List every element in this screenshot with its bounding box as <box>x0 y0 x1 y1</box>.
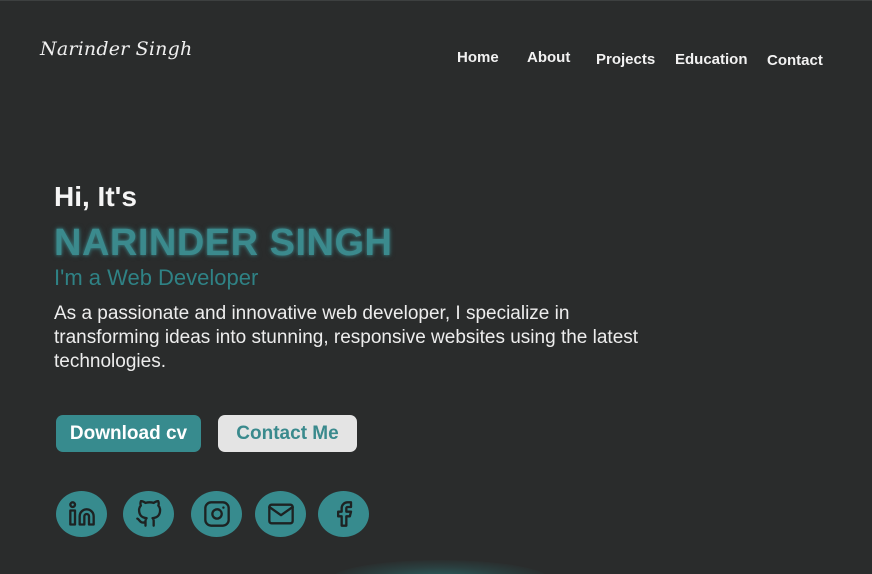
hero-greeting: Hi, It's <box>54 181 137 212</box>
top-border <box>0 0 872 1</box>
hero-role: I'm a Web Developer <box>54 265 259 290</box>
mail-icon[interactable] <box>255 491 306 537</box>
contact-me-button[interactable]: Contact Me <box>218 415 357 452</box>
linkedin-icon[interactable] <box>56 491 107 537</box>
github-icon[interactable] <box>123 491 174 537</box>
nav-projects[interactable]: Projects <box>596 51 655 68</box>
hero-name: NARINDER SINGH <box>54 222 393 264</box>
image-glow <box>330 560 550 574</box>
nav-contact[interactable]: Contact <box>767 52 823 69</box>
nav-about[interactable]: About <box>527 49 570 66</box>
facebook-icon[interactable] <box>318 491 369 537</box>
nav-home[interactable]: Home <box>457 49 499 66</box>
instagram-icon[interactable] <box>191 491 242 537</box>
nav-education[interactable]: Education <box>675 51 748 68</box>
hero-description: As a passionate and innovative web devel… <box>54 303 639 372</box>
logo[interactable]: Narinder Singh <box>40 38 192 60</box>
download-cv-button[interactable]: Download cv <box>56 415 201 452</box>
